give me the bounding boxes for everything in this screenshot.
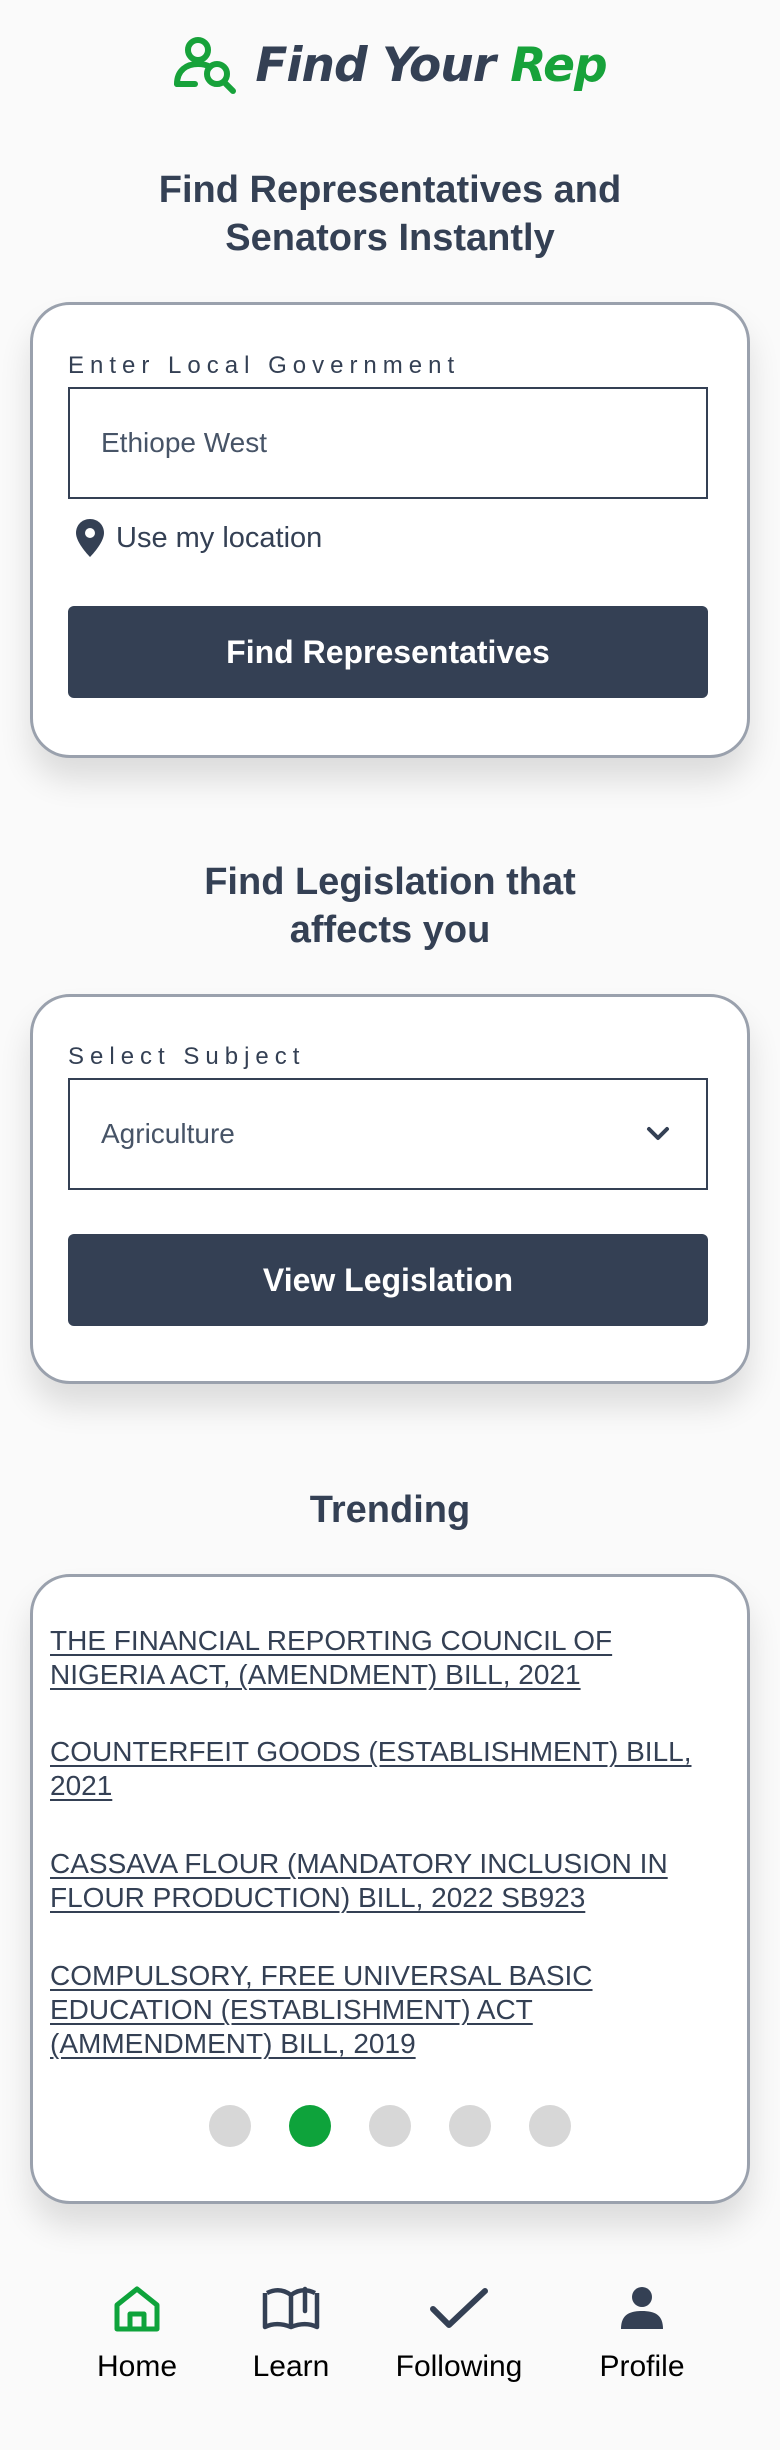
nav-learn-label: Learn [252,2350,330,2383]
trending-item[interactable]: THE FINANCIAL REPORTING COUNCIL OF NIGER… [50,1624,730,1692]
check-icon [430,2288,488,2328]
trending-title: Trending [309,1489,471,1531]
book-icon [262,2286,320,2330]
profile-icon [621,2287,663,2329]
pager-dot-2[interactable] [289,2105,331,2147]
subject-select[interactable]: Agriculture [68,1078,708,1190]
find-representatives-button[interactable]: Find Representatives [68,606,708,698]
app-header: Find Your Rep [0,30,780,100]
app-title-accent: Rep [510,37,607,93]
local-government-input[interactable]: Ethiope West [68,387,708,499]
map-pin-icon [76,519,104,557]
view-legislation-button[interactable]: View Legislation [68,1234,708,1326]
subject-select-value: Agriculture [101,1118,235,1149]
pager-dot-3[interactable] [369,2105,411,2147]
local-government-value: Ethiope West [101,427,268,458]
use-location-label: Use my location [116,521,323,554]
find-representatives-label: Find Representatives [226,633,550,670]
person-search-icon [174,37,237,94]
reps-section-title: Find Representatives and Senators Instan… [158,169,622,259]
nav-learn[interactable]: Learn [211,2280,371,2390]
pager-dot-5[interactable] [529,2105,571,2147]
app-title: Find Your Rep [255,37,607,93]
home-icon [114,2286,160,2332]
chevron-down-icon [647,1127,669,1140]
trending-pager [0,2104,780,2148]
trending-item[interactable]: COMPULSORY, FREE UNIVERSAL BASIC EDUCATI… [50,1959,730,2061]
view-legislation-label: View Legislation [262,1261,514,1298]
nav-profile-label: Profile [599,2350,685,2383]
nav-home-label: Home [96,2350,178,2383]
nav-home[interactable]: Home [57,2280,217,2390]
trending-item[interactable]: COUNTERFEIT GOODS (ESTABLISHMENT) BILL, … [50,1735,730,1803]
nav-following[interactable]: Following [379,2280,539,2390]
legislation-section-title: Find Legislation that affects you [204,861,576,951]
pager-dot-1[interactable] [209,2105,251,2147]
use-location-button[interactable]: Use my location [76,516,322,560]
nav-following-label: Following [395,2350,523,2383]
select-subject-label: Select Subject [68,1043,306,1070]
trending-item[interactable]: CASSAVA FLOUR (MANDATORY INCLUSION IN FL… [50,1847,730,1915]
pager-dot-4[interactable] [449,2105,491,2147]
local-government-label: Enter Local Government [68,352,461,379]
app-title-main: Find Your [255,37,511,93]
nav-profile[interactable]: Profile [562,2280,722,2390]
